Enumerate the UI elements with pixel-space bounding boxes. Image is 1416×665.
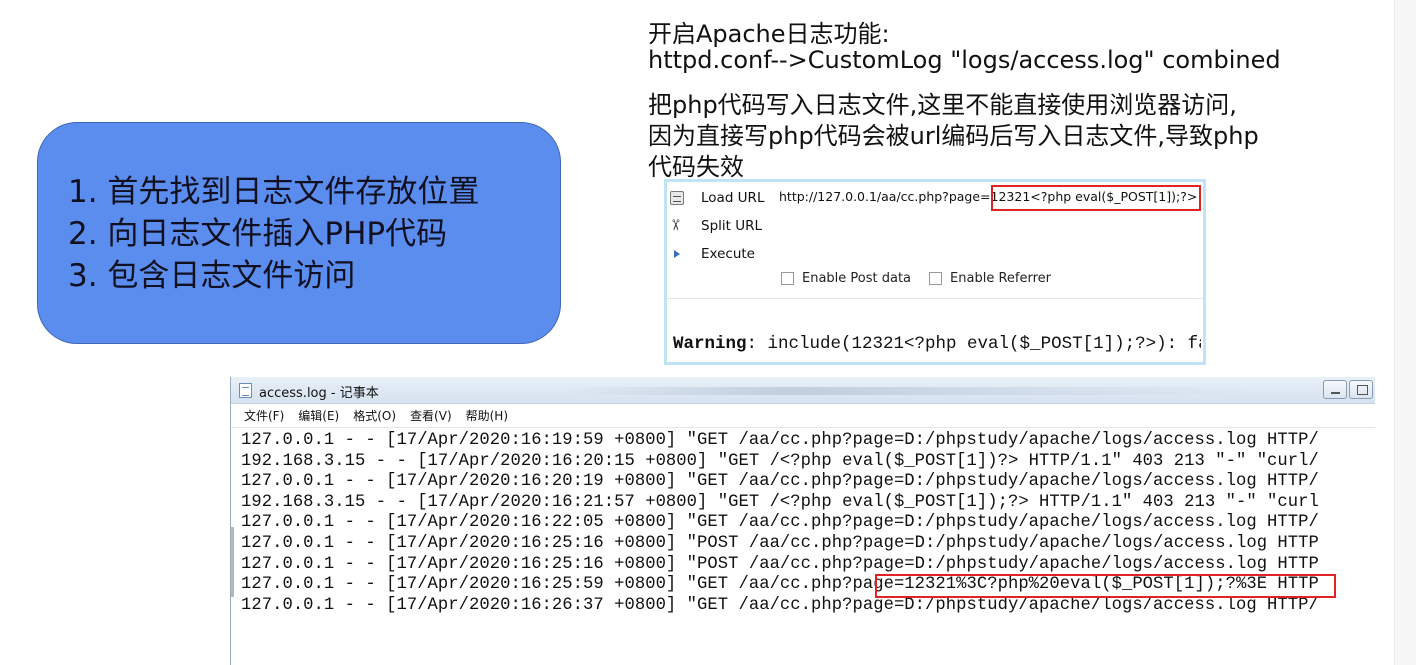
right-edge-strip [1394, 0, 1416, 665]
notepad-titlebar[interactable]: access.log - 记事本 [231, 377, 1375, 404]
step-item: 2. 向日志文件插入PHP代码 [68, 216, 448, 252]
log-line: 127.0.0.1 - - [17/Apr/2020:16:20:19 +080… [241, 472, 1319, 492]
log-line: 127.0.0.1 - - [17/Apr/2020:16:25:16 +080… [241, 554, 1319, 574]
execute-button[interactable]: Execute [667, 241, 755, 267]
window-left-edge [231, 527, 234, 597]
hackbar-panel: Load URL Split URL Execute http://127.0.… [664, 179, 1206, 365]
warning-text: : include(12321<?php eval($_POST[1]);?>)… [746, 334, 1201, 354]
note-explanation-line: 因为直接写php代码会被url编码后写入日志文件,导致php [648, 122, 1259, 150]
menu-bar: 文件(F) 编辑(E) 格式(O) 查看(V) 帮助(H) [231, 404, 1375, 428]
note-explanation: 把php代码写入日志文件,这里不能直接使用浏览器访问, 因为直接写php代码会被… [648, 90, 1259, 183]
log-line: 127.0.0.1 - - [17/Apr/2020:16:19:59 +080… [241, 431, 1319, 450]
log-line: 127.0.0.1 - - [17/Apr/2020:16:22:05 +080… [241, 513, 1319, 533]
notepad-window: access.log - 记事本 文件(F) 编辑(E) 格式(O) 查看(V)… [230, 377, 1375, 665]
hackbar-divider [667, 298, 1203, 299]
enable-referrer-label: Enable Referrer [950, 271, 1051, 286]
step-item: 1. 首先找到日志文件存放位置 [68, 174, 480, 210]
warning-label: Warning [673, 334, 747, 354]
load-url-label: Load URL [701, 190, 765, 206]
step-item: 3. 包含日志文件访问 [68, 258, 356, 294]
menu-file[interactable]: 文件(F) [244, 407, 284, 424]
split-url-label: Split URL [701, 218, 763, 234]
log-line: 192.168.3.15 - - [17/Apr/2020:16:21:57 +… [241, 492, 1319, 512]
notepad-icon [239, 383, 252, 398]
menu-edit[interactable]: 编辑(E) [298, 407, 339, 424]
log-line: 127.0.0.1 - - [17/Apr/2020:16:25:16 +080… [241, 533, 1319, 553]
log-text-area[interactable]: 127.0.0.1 - - [17/Apr/2020:16:19:59 +080… [241, 431, 1375, 665]
scissors-icon [670, 219, 684, 233]
note-apache-log: 开启Apache日志功能: [648, 20, 890, 48]
load-url-icon [670, 191, 684, 205]
steps-box: 1. 首先找到日志文件存放位置 2. 向日志文件插入PHP代码 3. 包含日志文… [37, 122, 561, 344]
split-url-button[interactable]: Split URL [667, 213, 762, 239]
enable-post-checkbox[interactable] [781, 272, 794, 285]
log-line: 192.168.3.15 - - [17/Apr/2020:16:20:15 +… [241, 451, 1319, 471]
log-line: 127.0.0.1 - - [17/Apr/2020:16:26:37 +080… [241, 595, 1319, 615]
menu-help[interactable]: 帮助(H) [466, 407, 508, 424]
hackbar-options: Enable Post data Enable Referrer [781, 271, 1051, 286]
menu-view[interactable]: 查看(V) [410, 407, 452, 424]
url-payload-highlight [991, 185, 1201, 211]
window-title: access.log - 记事本 [259, 386, 379, 401]
maximize-button[interactable] [1349, 380, 1373, 399]
encoded-payload-highlight [875, 574, 1336, 598]
menu-format[interactable]: 格式(O) [353, 407, 396, 424]
php-warning: Warning: include(12321<?php eval($_POST[… [673, 334, 1201, 354]
load-url-button[interactable]: Load URL [667, 185, 764, 211]
execute-label: Execute [701, 246, 755, 262]
minimize-button[interactable] [1323, 380, 1347, 399]
note-explanation-line: 把php代码写入日志文件,这里不能直接使用浏览器访问, [648, 91, 1237, 119]
note-httpd-conf: httpd.conf-->CustomLog "logs/access.log"… [648, 46, 1281, 74]
enable-referrer-checkbox[interactable] [929, 272, 943, 285]
blurred-background [561, 387, 1261, 395]
play-icon [670, 247, 684, 261]
enable-post-label: Enable Post data [802, 271, 912, 286]
